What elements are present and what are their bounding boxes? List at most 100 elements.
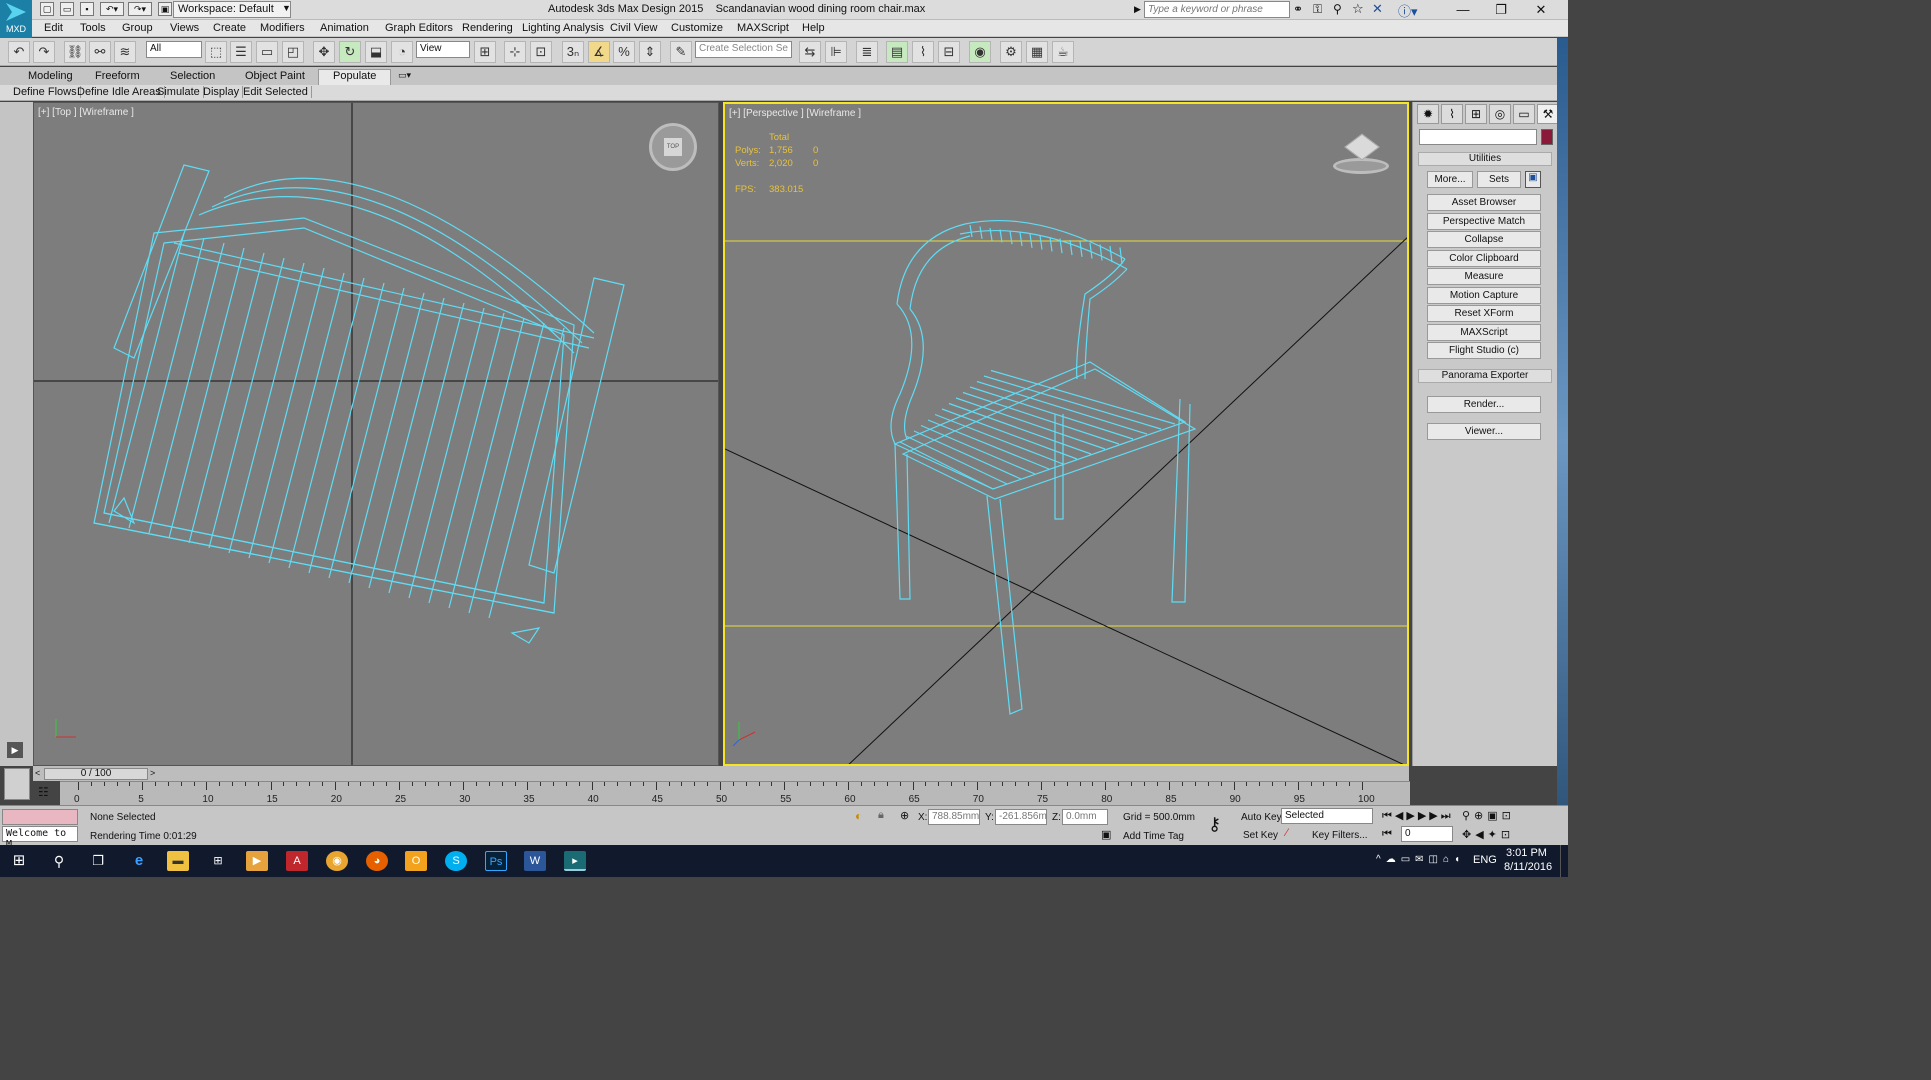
set-key-button[interactable]: Set Key: [1243, 830, 1278, 841]
exchange-icon[interactable]: ✕: [1372, 1, 1383, 17]
select-place-icon[interactable]: ◔: [391, 41, 413, 63]
close-button[interactable]: ✕: [1522, 0, 1560, 19]
isolate-toggle-icon[interactable]: ◐: [855, 809, 862, 823]
store-icon[interactable]: ⊞: [207, 851, 229, 871]
tab-populate[interactable]: Populate: [318, 69, 392, 85]
top-viewport[interactable]: [+] [Top ] [Wireframe ] TOP: [33, 102, 719, 766]
named-selection-set-input[interactable]: Create Selection Se: [695, 41, 792, 58]
bind-spacewarp-icon[interactable]: ≋: [114, 41, 136, 63]
menu-rendering[interactable]: Rendering: [462, 22, 513, 34]
ribbon-options-icon[interactable]: ▭▾: [398, 70, 411, 81]
menu-create[interactable]: Create: [213, 22, 246, 34]
rendered-frame-window-icon[interactable]: ▦: [1026, 41, 1048, 63]
time-tag-icon[interactable]: ▣: [1101, 828, 1111, 841]
project-folder-icon[interactable]: ▣: [158, 2, 172, 16]
help-icon[interactable]: ⓘ▾: [1398, 1, 1418, 20]
curve-editor-icon[interactable]: ⌇: [912, 41, 934, 63]
key-mode-toggle-icon[interactable]: ⏮: [1382, 828, 1392, 841]
layer-explorer-icon[interactable]: ≣: [856, 41, 878, 63]
minimize-button[interactable]: —: [1444, 0, 1482, 19]
undo-icon[interactable]: ↶: [8, 41, 30, 63]
viewcube[interactable]: [1344, 133, 1380, 161]
motion-capture-button[interactable]: Motion Capture: [1427, 287, 1541, 304]
key-mode-dropdown[interactable]: Selected: [1281, 808, 1373, 824]
tab-selection[interactable]: Selection: [170, 70, 215, 82]
playback-controls[interactable]: ⏮◀▶▶▶⏭: [1382, 809, 1454, 823]
play-icon[interactable]: ▶: [7, 742, 23, 758]
subscription-icon[interactable]: ⚿: [1313, 2, 1322, 17]
align-icon[interactable]: ⊫: [825, 41, 847, 63]
simulate-button[interactable]: Simulate: [154, 86, 204, 98]
define-flows-button[interactable]: Define Flows: [10, 86, 81, 98]
rotate-icon[interactable]: ↻: [339, 41, 361, 63]
communication-icon[interactable]: ⚲: [1333, 2, 1342, 16]
mirror-icon[interactable]: ⇆: [799, 41, 821, 63]
menu-customize[interactable]: Customize: [671, 22, 723, 34]
firefox-icon[interactable]: ◕: [366, 851, 388, 871]
viewer-button[interactable]: Viewer...: [1427, 423, 1541, 440]
tab-modeling[interactable]: Modeling: [28, 70, 73, 82]
scene-explorer-icon[interactable]: ▤: [886, 41, 908, 63]
media-player-icon[interactable]: ▶: [246, 851, 268, 871]
add-time-tag-button[interactable]: Add Time Tag: [1123, 831, 1184, 842]
open-file-icon[interactable]: ▭: [60, 2, 74, 16]
restore-button[interactable]: ❐: [1482, 0, 1520, 19]
menu-animation[interactable]: Animation: [320, 22, 369, 34]
y-coordinate-field[interactable]: -261.856m: [995, 809, 1047, 825]
menu-civil-view[interactable]: Civil View: [610, 22, 657, 34]
file-explorer-icon[interactable]: ▬: [167, 851, 189, 871]
input-language[interactable]: ENG: [1473, 854, 1497, 866]
windows-start-icon[interactable]: ⊞: [8, 851, 30, 871]
time-slider[interactable]: [33, 766, 1409, 781]
spinner-snap-icon[interactable]: ⇕: [639, 41, 661, 63]
window-crossing-icon[interactable]: ◰: [282, 41, 304, 63]
unlink-icon[interactable]: ⚯: [89, 41, 111, 63]
workspace-dropdown[interactable]: Workspace: Default: [173, 1, 291, 18]
collapse-button[interactable]: Collapse: [1427, 231, 1541, 248]
key-filters-button[interactable]: Key Filters...: [1312, 830, 1368, 841]
utilities-panel-icon[interactable]: ⚒: [1537, 104, 1559, 124]
maxscript-output[interactable]: Welcome to M: [2, 826, 78, 850]
tab-object-paint[interactable]: Object Paint: [245, 70, 305, 82]
render-button[interactable]: Render...: [1427, 396, 1541, 413]
new-file-icon[interactable]: ▢: [40, 2, 54, 16]
measure-button[interactable]: Measure: [1427, 268, 1541, 285]
display-button[interactable]: Display: [200, 86, 244, 98]
viewcube[interactable]: TOP: [664, 138, 682, 156]
menu-graph-editors[interactable]: Graph Editors: [385, 22, 453, 34]
time-slider-thumb[interactable]: 0 / 100: [44, 768, 148, 780]
sets-button[interactable]: Sets: [1477, 171, 1521, 188]
skype-icon[interactable]: S: [445, 851, 467, 871]
x-coordinate-field[interactable]: 788.85mm: [928, 809, 980, 825]
select-object-icon[interactable]: ⬚: [205, 41, 227, 63]
save-file-icon[interactable]: ▪: [80, 2, 94, 16]
mini-listener-toggle[interactable]: [4, 768, 30, 800]
binoculars-icon[interactable]: ⚭: [1293, 2, 1303, 16]
material-editor-icon[interactable]: ◉: [969, 41, 991, 63]
menu-views[interactable]: Views: [170, 22, 199, 34]
redo-icon[interactable]: ↷: [33, 41, 55, 63]
pivot-center-icon[interactable]: ⊞: [474, 41, 496, 63]
acrobat-icon[interactable]: A: [286, 851, 308, 871]
z-coordinate-field[interactable]: 0.0mm: [1062, 809, 1108, 825]
color-clipboard-button[interactable]: Color Clipboard: [1427, 250, 1541, 267]
redo-icon[interactable]: ↷▾: [128, 2, 152, 16]
modify-panel-icon[interactable]: ⌇: [1441, 104, 1463, 124]
viewcube-perspective[interactable]: [1333, 132, 1391, 176]
track-bar[interactable]: 0 5 10 15 20 25 30 35 40 45 50 55 60 65 70 75 80 85 90 95 10…: [60, 781, 1410, 805]
configure-sets-icon[interactable]: ▣: [1525, 171, 1541, 188]
task-view-icon[interactable]: ❐: [87, 851, 109, 871]
scale-icon[interactable]: ⬓: [365, 41, 387, 63]
rectangular-selection-icon[interactable]: ▭: [256, 41, 278, 63]
percent-snap-icon[interactable]: %: [613, 41, 635, 63]
render-production-icon[interactable]: ☕: [1052, 41, 1074, 63]
app-logo-button[interactable]: MXD: [0, 0, 32, 38]
asset-browser-button[interactable]: Asset Browser: [1427, 194, 1541, 211]
next-frame-icon[interactable]: >: [150, 768, 155, 778]
menu-group[interactable]: Group: [122, 22, 153, 34]
menu-tools[interactable]: Tools: [80, 22, 106, 34]
maxscript-button[interactable]: MAXScript: [1427, 324, 1541, 341]
edit-named-selection-icon[interactable]: ✎: [670, 41, 692, 63]
snaps-toggle-icon[interactable]: 3ₙ: [562, 41, 584, 63]
edit-selected-button[interactable]: Edit Selected: [240, 86, 312, 98]
